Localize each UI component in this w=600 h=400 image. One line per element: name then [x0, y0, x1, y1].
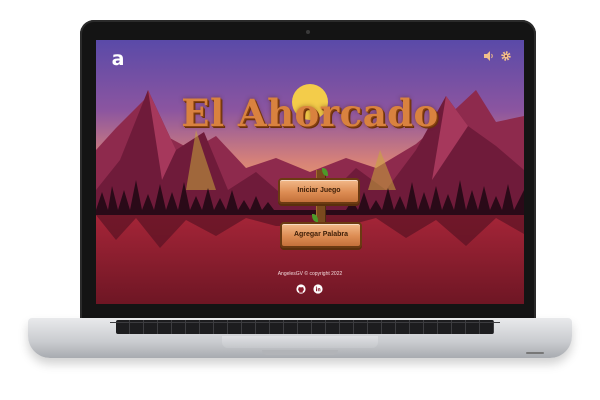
add-word-button[interactable]: Agregar Palabra	[280, 222, 362, 248]
github-icon[interactable]	[296, 284, 306, 294]
scenery-background	[96, 40, 524, 304]
keyboard-divider	[110, 322, 500, 323]
status-light	[526, 352, 544, 354]
laptop-mockup: a El Ahorcado Iniciar Juego Agregar Pala…	[0, 0, 600, 400]
game-title: El Ahorcado	[181, 91, 439, 135]
top-toolbar	[483, 50, 512, 62]
social-links	[296, 284, 323, 294]
linkedin-icon[interactable]	[313, 284, 323, 294]
lid-notch	[262, 350, 338, 355]
footer-copyright: AngelesGV © copyright 2022	[277, 271, 343, 277]
brand-logo: a	[111, 48, 125, 70]
webcam-icon	[306, 30, 310, 34]
trackpad	[222, 336, 378, 348]
start-game-button[interactable]: Iniciar Juego	[278, 178, 360, 204]
volume-icon[interactable]	[483, 50, 495, 62]
game-screen: a El Ahorcado Iniciar Juego Agregar Pala…	[96, 40, 524, 304]
settings-gear-icon[interactable]	[500, 50, 512, 62]
